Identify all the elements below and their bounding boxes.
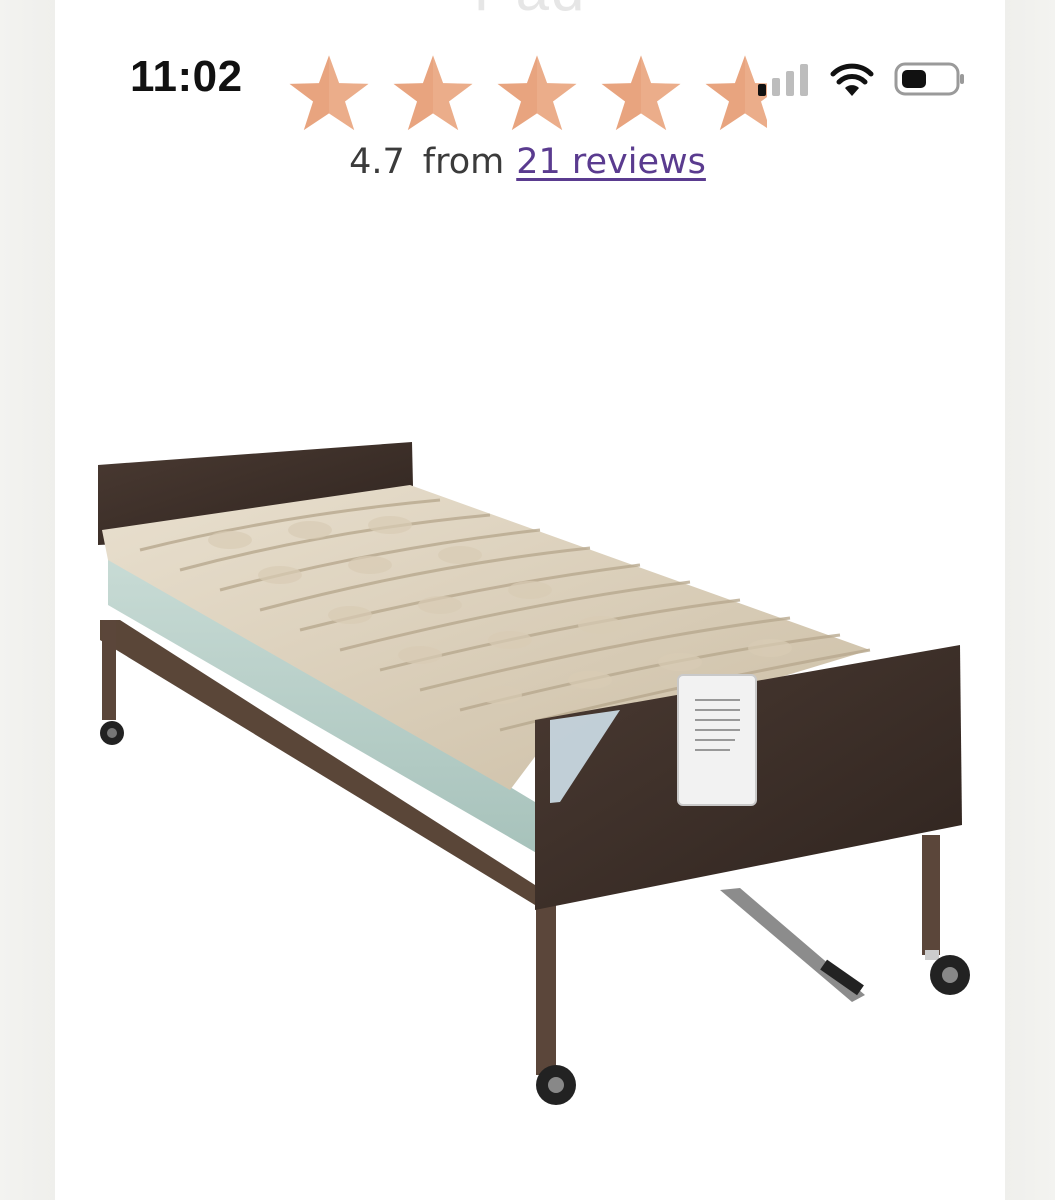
reviews-link[interactable]: 21 reviews (516, 142, 706, 182)
hospital-bed-air-mattress-image[interactable] (80, 430, 980, 1130)
bed-leg (536, 900, 556, 1075)
star-icon (495, 52, 579, 136)
rating-stars[interactable] (287, 52, 767, 138)
star-icon (599, 52, 683, 136)
cellular-signal-icon (758, 64, 808, 96)
battery-icon (894, 62, 964, 96)
status-time: 11:02 (130, 52, 243, 101)
product-title-partial: Pad (55, 0, 1005, 24)
wifi-icon (830, 63, 874, 96)
star-icon (287, 52, 371, 136)
rating-from-label: from (422, 142, 505, 182)
rating-score: 4.7 (349, 142, 405, 182)
star-icon (391, 52, 475, 136)
rating-summary: 4.7 from 21 reviews (0, 142, 1055, 182)
